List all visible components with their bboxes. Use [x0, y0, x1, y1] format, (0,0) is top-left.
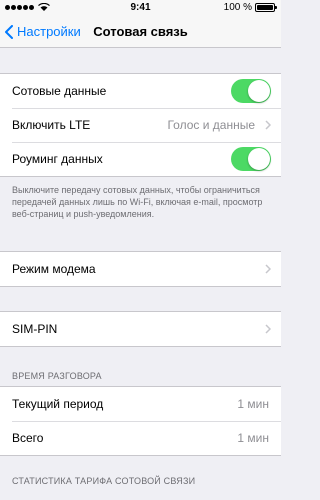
current-period-label: Текущий период: [12, 397, 104, 411]
sim-group: SIM-PIN: [0, 311, 281, 347]
call-time-group: Текущий период 1 мин Всего 1 мин: [0, 386, 281, 456]
personal-hotspot-row[interactable]: Режим модема: [0, 252, 281, 286]
page-title: Сотовая связь: [93, 24, 188, 39]
chevron-right-icon: [265, 264, 271, 274]
toggle-knob: [248, 80, 270, 102]
battery-area: 100 %: [223, 2, 277, 13]
current-period-value: 1 мин: [237, 397, 269, 411]
current-period-row: Текущий период 1 мин: [0, 387, 281, 421]
enable-lte-value: Голос и данные: [167, 118, 255, 132]
chevron-right-icon: [265, 120, 271, 130]
sim-pin-row[interactable]: SIM-PIN: [0, 312, 281, 346]
sim-pin-label: SIM-PIN: [12, 322, 58, 336]
battery-icon: [255, 3, 277, 12]
lifetime-row: Всего 1 мин: [0, 421, 281, 455]
tariff-stats-header: СТАТИСТИКА ТАРИФА СОТОВОЙ СВЯЗИ: [12, 476, 196, 486]
cellular-data-row: Сотовые данные: [0, 74, 281, 108]
lifetime-value: 1 мин: [237, 431, 269, 445]
battery-percent: 100 %: [223, 2, 252, 13]
call-time-header: ВРЕМЯ РАЗГОВОРА: [12, 371, 102, 381]
data-roaming-row: Роуминг данных: [0, 142, 281, 176]
personal-hotspot-label: Режим модема: [12, 262, 96, 276]
hotspot-group: Режим модема: [0, 251, 281, 287]
cellular-data-label: Сотовые данные: [12, 84, 107, 98]
enable-lte-row[interactable]: Включить LTE Голос и данные: [0, 108, 281, 142]
lifetime-label: Всего: [12, 431, 44, 445]
cellular-settings-group: Сотовые данные Включить LTE Голос и данн…: [0, 73, 281, 177]
cellular-data-toggle[interactable]: [231, 79, 271, 103]
cellular-data-footnote: Выключите передачу сотовых данных, чтобы…: [12, 185, 263, 219]
toggle-knob: [248, 148, 270, 170]
chevron-right-icon: [265, 324, 271, 334]
data-roaming-label: Роуминг данных: [12, 152, 103, 166]
data-roaming-toggle[interactable]: [231, 147, 271, 171]
navigation-bar: Настройки Сотовая связь: [0, 16, 281, 48]
enable-lte-label: Включить LTE: [12, 118, 91, 132]
status-bar: 9:41 100 %: [0, 0, 281, 16]
